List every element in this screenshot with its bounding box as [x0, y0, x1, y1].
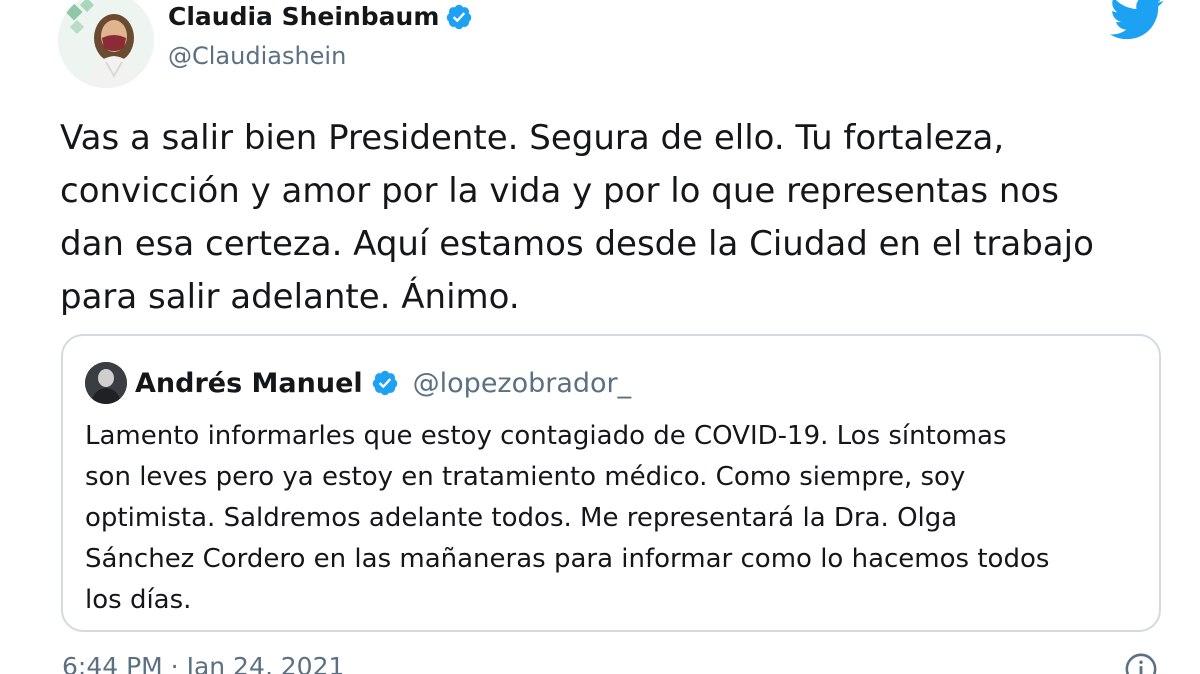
tweet-timestamp[interactable]: 6:44 PM · Jan 24, 2021: [62, 652, 344, 674]
quoted-author-avatar-image: [85, 362, 127, 404]
quoted-author-avatar[interactable]: [85, 362, 127, 404]
quoted-tweet-card[interactable]: Andrés Manuel @lopezobrador_ Lamento inf…: [61, 334, 1161, 632]
verified-badge-icon: [447, 4, 472, 29]
author-handle[interactable]: @Claudiashein: [168, 42, 346, 70]
quoted-text-line: son leves pero ya estoy en tratamiento m…: [85, 462, 966, 492]
tweet-text-line: convicción y amor por la vida y por lo q…: [60, 171, 1059, 211]
tweet-text-line: para salir adelante. Ánimo.: [60, 277, 520, 317]
author-avatar-image: [58, 0, 154, 88]
quoted-tweet-text: Lamento informarles que estoy contagiado…: [85, 416, 1145, 621]
author-name-text: Claudia Sheinbaum: [168, 2, 440, 31]
verified-badge-icon: [372, 370, 397, 396]
quoted-text-line: Sánchez Cordero en las mañaneras para in…: [85, 544, 1050, 574]
tweet-text-line: Vas a salir bien Presidente. Segura de e…: [60, 118, 1005, 158]
info-icon[interactable]: [1124, 652, 1158, 674]
quoted-text-line: los días.: [85, 585, 192, 615]
twitter-bird-icon[interactable]: [1106, 0, 1168, 40]
tweet-screenshot: Claudia Sheinbaum @Claudiashein Vas a sa…: [0, 0, 1200, 674]
quoted-author-handle[interactable]: @lopezobrador_: [413, 368, 632, 399]
quoted-author-name[interactable]: Andrés Manuel: [135, 368, 363, 399]
author-display-name[interactable]: Claudia Sheinbaum: [168, 2, 473, 31]
quoted-text-line: Lamento informarles que estoy contagiado…: [85, 421, 1007, 451]
quoted-tweet-header: Andrés Manuel @lopezobrador_: [85, 362, 631, 404]
author-avatar[interactable]: [58, 0, 154, 88]
quoted-text-line: optimista. Saldremos adelante todos. Me …: [85, 503, 958, 533]
tweet-text: Vas a salir bien Presidente. Segura de e…: [60, 112, 1140, 324]
tweet-text-line: dan esa certeza. Aquí estamos desde la C…: [60, 224, 1094, 264]
